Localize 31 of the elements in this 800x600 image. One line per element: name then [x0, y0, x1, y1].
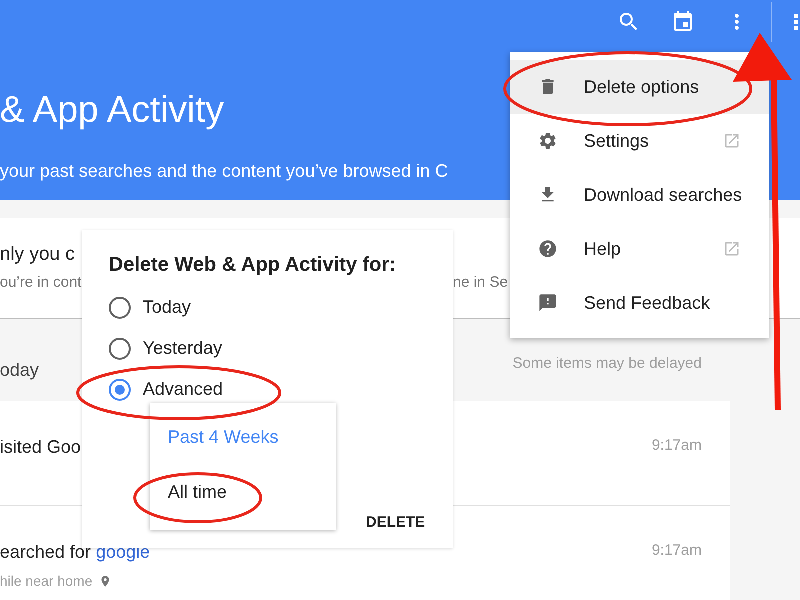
location-text: hile near home [0, 573, 93, 589]
radio-label: Advanced [143, 379, 224, 400]
delay-note: Some items may be delayed [512, 354, 702, 372]
menu-label: Download searches [584, 184, 742, 206]
activity-text: isited Goo [0, 437, 82, 458]
menu-item[interactable]: Settings [510, 114, 769, 168]
dialog-title: Delete Web & App Activity for: [109, 254, 398, 277]
menu-label: Delete options [584, 76, 700, 98]
notice-heading: nly you c [0, 244, 75, 266]
menu-item[interactable]: Send Feedback [510, 276, 769, 330]
activity-text: earched for google [0, 542, 150, 563]
range-option[interactable]: Past 4 Weeks [168, 427, 279, 448]
notice-text: ou’re in cont [0, 274, 82, 291]
radio-label: Yesterday [143, 338, 222, 359]
radio-label: Today [143, 297, 192, 318]
activity-time: 9:17am [652, 437, 702, 456]
menu-item[interactable]: Help [510, 222, 769, 276]
notice-text: ne in Se [453, 274, 508, 291]
day-heading: oday [0, 360, 40, 380]
radio-option[interactable]: Yesterday [109, 328, 453, 369]
radio-option[interactable]: Today [109, 287, 453, 328]
menu-label: Settings [584, 130, 650, 152]
activity-time: 9:17am [652, 542, 702, 561]
menu-label: Send Feedback [584, 292, 712, 314]
menu-item[interactable]: Delete options [510, 60, 769, 114]
page-title: & App Activity [0, 90, 226, 130]
page-subtitle: your past searches and the content you’ve browsed in C [0, 161, 450, 182]
menu-item[interactable]: Download searches [510, 168, 769, 222]
range-option[interactable]: All time [168, 482, 228, 503]
menu-label: Help [584, 238, 622, 260]
delete-button[interactable]: DELETE [362, 510, 430, 535]
